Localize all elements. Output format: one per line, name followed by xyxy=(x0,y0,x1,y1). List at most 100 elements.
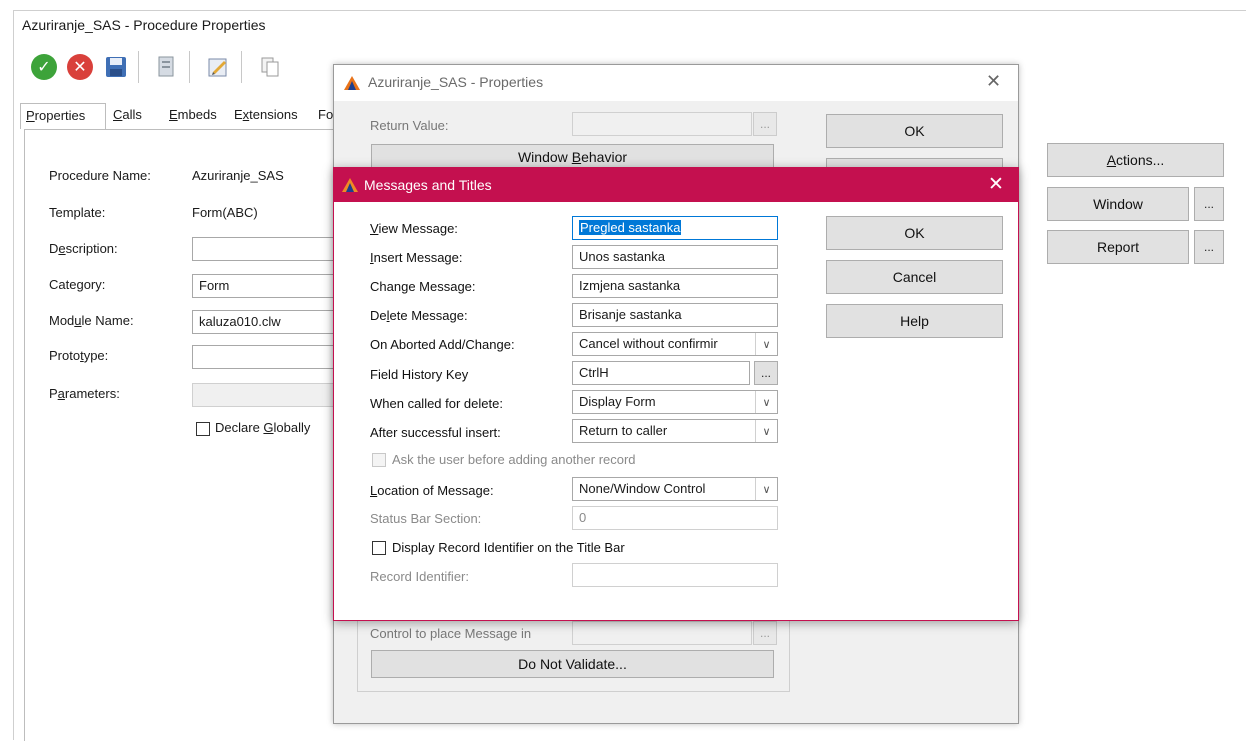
actions-button-label: ctions... xyxy=(1116,152,1165,168)
ok-button[interactable]: OK xyxy=(826,114,1003,148)
ask-user-label: Ask the user before adding another recor… xyxy=(392,452,636,467)
title-bar: Azuriranje_SAS - Properties ✕ xyxy=(334,65,1018,101)
display-record-checkbox[interactable] xyxy=(372,541,386,555)
change-message-label: Change Message: xyxy=(370,279,476,294)
tab-properties[interactable]: Properties xyxy=(20,103,106,129)
field-history-input[interactable]: CtrlH xyxy=(572,361,750,385)
do-not-validate-button[interactable]: Do Not Validate... xyxy=(371,650,774,678)
tab-extensions[interactable]: Extensions xyxy=(229,103,303,129)
close-icon[interactable]: ✕ xyxy=(988,173,1004,196)
toolbar-separator xyxy=(241,51,242,83)
chevron-down-icon[interactable]: ∨ xyxy=(755,333,777,355)
display-record-label: Display Record Identifier on the Title B… xyxy=(392,540,625,555)
delete-message-label: Delete Message: xyxy=(370,308,468,323)
insert-message-label: Insert Message: xyxy=(370,250,463,265)
after-insert-label: After successful insert: xyxy=(370,425,501,440)
tab-properties-mnemonic: P xyxy=(26,108,35,123)
procedure-name-value: Azuriranje_SAS xyxy=(192,168,284,183)
prototype-label: Prototype: xyxy=(49,348,109,363)
return-value-label: Return Value: xyxy=(370,118,449,133)
field-history-ellipsis-button[interactable]: ... xyxy=(754,361,778,385)
tab-embeds[interactable]: Embeds xyxy=(164,103,222,129)
toolbar-separator xyxy=(138,51,139,83)
tab-strip: Properties Calls Embeds Extensions Fo xyxy=(20,103,360,129)
tab-calls-label: alls xyxy=(122,107,142,122)
properties-tab-panel xyxy=(24,129,344,741)
cancel-button[interactable]: Cancel xyxy=(826,260,1003,294)
ok-button[interactable]: OK xyxy=(826,216,1003,250)
view-message-label: View Message: xyxy=(370,221,458,236)
called-for-delete-label: When called for delete: xyxy=(370,396,503,411)
tab-embeds-mnemonic: E xyxy=(169,107,178,122)
after-insert-select[interactable]: Return to caller ∨ xyxy=(572,419,778,443)
dialog-title-bar: Messages and Titles ✕ xyxy=(334,168,1018,202)
ask-user-checkbox xyxy=(372,453,386,467)
on-aborted-select[interactable]: Cancel without confirmir ∨ xyxy=(572,332,778,356)
template-value: Form(ABC) xyxy=(192,205,258,220)
description-input[interactable] xyxy=(192,237,337,261)
after-insert-value: Return to caller xyxy=(579,423,668,438)
view-message-value: Pregled sastanka xyxy=(579,220,682,235)
tab-calls-mnemonic: C xyxy=(113,107,123,122)
description-label: Description: xyxy=(49,241,118,256)
actions-button[interactable]: Actions... xyxy=(1047,143,1224,177)
control-message-ellipsis-button: ... xyxy=(753,621,777,645)
parameters-input xyxy=(192,383,337,407)
chevron-down-icon[interactable]: ∨ xyxy=(755,391,777,413)
window-behavior-mnemonic: B xyxy=(571,149,582,165)
record-identifier-label: Record Identifier: xyxy=(370,569,469,584)
report-ellipsis-button[interactable]: ... xyxy=(1194,230,1224,264)
status-bar-label: Status Bar Section: xyxy=(370,511,482,526)
messages-and-titles-dialog: Messages and Titles ✕ View Message: Preg… xyxy=(333,167,1019,621)
window-ellipsis-button[interactable]: ... xyxy=(1194,187,1224,221)
chevron-down-icon[interactable]: ∨ xyxy=(755,420,777,442)
prototype-input[interactable] xyxy=(192,345,337,369)
dialog-title: Messages and Titles xyxy=(364,177,492,193)
on-aborted-value: Cancel without confirmir xyxy=(579,336,718,351)
toolbar-separator xyxy=(189,51,190,83)
dialog-title: Azuriranje_SAS - Properties xyxy=(368,74,544,90)
record-identifier-input xyxy=(572,563,778,587)
module-name-input[interactable]: kaluza010.clw xyxy=(192,310,337,334)
view-message-input[interactable]: Pregled sastanka xyxy=(572,216,778,240)
copy-icon[interactable] xyxy=(256,53,284,81)
template-label: Template: xyxy=(49,205,106,220)
tab-calls[interactable]: Calls xyxy=(108,103,147,129)
chevron-down-icon[interactable]: ∨ xyxy=(755,478,777,500)
tab-extensions-label: tensions xyxy=(249,107,298,122)
insert-message-input[interactable]: Unos sastanka xyxy=(572,245,778,269)
on-aborted-label: On Aborted Add/Change: xyxy=(370,337,515,352)
tab-properties-label: roperties xyxy=(34,108,86,123)
location-value: None/Window Control xyxy=(579,481,706,496)
return-value-ellipsis-button: ... xyxy=(753,112,777,136)
actions-mnemonic: A xyxy=(1106,152,1117,168)
procedure-name-label: Procedure Name: xyxy=(49,168,151,183)
cancel-x-icon[interactable]: ✕ xyxy=(66,53,94,81)
window-title: Azuriranje_SAS - Procedure Properties xyxy=(22,17,266,33)
save-icon[interactable] xyxy=(102,53,130,81)
window-button[interactable]: Window xyxy=(1047,187,1189,221)
parameters-label: Parameters: xyxy=(49,386,120,401)
declare-globally-checkbox[interactable] xyxy=(196,422,210,436)
declare-globally-label: Declare Globally xyxy=(215,420,311,435)
category-input[interactable]: Form xyxy=(192,274,337,298)
location-label: Location of Message: xyxy=(370,483,494,498)
control-message-label: Control to place Message in xyxy=(370,626,532,641)
report-button[interactable]: Report xyxy=(1047,230,1189,264)
called-for-delete-value: Display Form xyxy=(579,394,656,409)
called-for-delete-select[interactable]: Display Form ∨ xyxy=(572,390,778,414)
status-bar-input: 0 xyxy=(572,506,778,530)
ok-check-icon[interactable]: ✓ xyxy=(30,53,58,81)
edit-icon[interactable] xyxy=(204,53,232,81)
close-icon[interactable]: ✕ xyxy=(986,71,1001,92)
tab-extensions-prefix: E xyxy=(234,107,243,122)
module-name-label: Module Name: xyxy=(49,313,134,328)
tab-formulas-label: Fo xyxy=(318,107,334,122)
help-button[interactable]: Help xyxy=(826,304,1003,338)
change-message-input[interactable]: Izmjena sastanka xyxy=(572,274,778,298)
category-label: Category: xyxy=(49,277,106,292)
return-value-input xyxy=(572,112,752,136)
location-select[interactable]: None/Window Control ∨ xyxy=(572,477,778,501)
page-icon[interactable] xyxy=(152,53,180,81)
delete-message-input[interactable]: Brisanje sastanka xyxy=(572,303,778,327)
